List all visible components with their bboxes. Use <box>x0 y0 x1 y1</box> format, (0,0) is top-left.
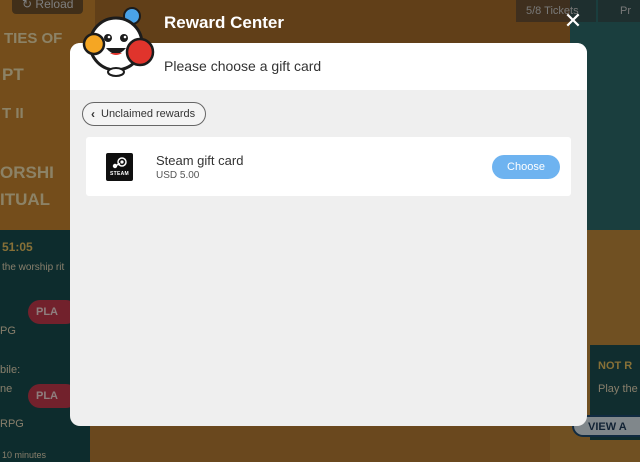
close-icon[interactable]: ✕ <box>560 8 586 34</box>
unclaimed-rewards-label: Unclaimed rewards <box>101 108 196 120</box>
reward-center-modal: Please choose a gift card ‹ Unclaimed re… <box>70 43 587 426</box>
steam-logo-icon: STEAM <box>106 153 133 181</box>
steam-logo-text: STEAM <box>110 171 129 177</box>
gift-card-name: Steam gift card <box>156 153 244 168</box>
steam-mark-icon <box>112 157 127 169</box>
mascot-logo <box>82 7 155 77</box>
modal-title: Reward Center <box>164 13 284 32</box>
chevron-left-icon: ‹ <box>91 107 95 121</box>
unclaimed-rewards-button[interactable]: ‹ Unclaimed rewards <box>82 102 207 126</box>
modal-subtitle: Please choose a gift card <box>164 58 322 74</box>
gift-card-price: USD 5.00 <box>156 170 200 181</box>
choose-button[interactable]: Choose <box>492 155 560 179</box>
reward-card: STEAM Steam gift card USD 5.00 Choose <box>86 137 571 196</box>
